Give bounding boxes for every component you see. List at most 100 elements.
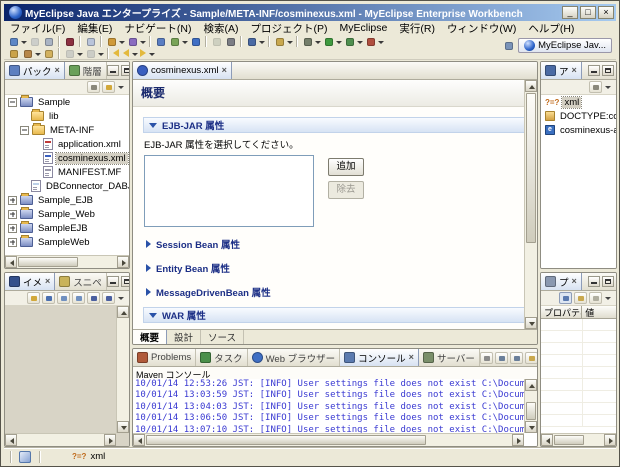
collapse-all-icon[interactable]	[589, 81, 602, 93]
tree-item-sample[interactable]: Sample	[5, 95, 129, 109]
task-tag-icon[interactable]	[41, 48, 55, 59]
myeclipse-tools-icon[interactable]	[272, 36, 286, 47]
horizontal-scrollbar[interactable]	[541, 433, 616, 446]
horizontal-scrollbar[interactable]	[5, 255, 129, 268]
menu-myeclipse[interactable]: MyEclipse	[334, 22, 394, 34]
debug-dropdown[interactable]	[314, 36, 321, 47]
minimize-view-button[interactable]	[107, 276, 119, 287]
tree-item-dbconnector-rar[interactable]: DBConnector_DABJ_CP.rar	[5, 179, 129, 193]
tab-console[interactable]: コンソール ×	[340, 349, 419, 366]
image-icon[interactable]	[42, 292, 55, 304]
property-row[interactable]	[541, 391, 616, 403]
tree-item-meta-inf[interactable]: META-INF	[5, 123, 129, 137]
myeclipse-tools-dropdown[interactable]	[286, 36, 293, 47]
scroll-down-button[interactable]	[117, 421, 129, 433]
vertical-scrollbar[interactable]	[116, 306, 129, 433]
previous-annotation-icon[interactable]	[83, 48, 97, 59]
scheduler-icon[interactable]	[223, 36, 237, 47]
scroll-right-button[interactable]	[117, 256, 129, 268]
close-icon[interactable]: ×	[55, 66, 60, 75]
section-session-bean[interactable]: Session Bean 属性	[146, 237, 527, 251]
menu-project[interactable]: プロジェクト(P)	[245, 21, 334, 36]
refresh-icon[interactable]	[209, 36, 223, 47]
tree-item-sampleweb[interactable]: SampleWeb	[5, 235, 129, 249]
menu-edit[interactable]: 編集(E)	[71, 21, 118, 36]
forward-dropdown[interactable]	[148, 48, 155, 59]
outline-item-doctype[interactable]: DOCTYPE:cos	[541, 109, 616, 123]
section-war[interactable]: WAR 属性	[143, 307, 527, 323]
actual-size-icon[interactable]	[87, 292, 100, 304]
save-icon[interactable]	[27, 36, 41, 47]
property-row[interactable]	[541, 415, 616, 427]
scroll-down-button[interactable]	[525, 317, 537, 329]
scroll-right-button[interactable]	[604, 434, 616, 446]
scroll-up-button[interactable]	[525, 379, 537, 391]
scrollbar-thumb[interactable]	[554, 435, 584, 445]
terminate-icon[interactable]	[480, 352, 493, 364]
tab-image[interactable]: イメ ×	[5, 273, 55, 290]
expand-toggle[interactable]	[8, 196, 17, 205]
tree-item-sample-web[interactable]: Sample_Web	[5, 207, 129, 221]
tab-problems[interactable]: Problems	[133, 349, 196, 366]
scroll-right-button[interactable]	[512, 434, 524, 446]
chevron-right-icon[interactable]	[146, 264, 151, 272]
maximize-view-button[interactable]	[602, 276, 614, 287]
search-icon[interactable]	[20, 48, 34, 59]
close-icon[interactable]: ×	[409, 353, 414, 362]
new-wizard-dropdown[interactable]	[20, 36, 27, 47]
property-row[interactable]	[541, 355, 616, 367]
console-output[interactable]: 10/01/14 12:53:26 JST: [INFO] User setti…	[133, 379, 537, 446]
scrollbar-thumb[interactable]	[526, 402, 536, 420]
tab-servers[interactable]: サーバー	[419, 349, 480, 366]
collapse-all-icon[interactable]	[87, 81, 100, 93]
tree-item-sample-ejb[interactable]: Sample_EJB	[5, 193, 129, 207]
menu-help[interactable]: ヘルプ(H)	[522, 21, 580, 36]
menu-navigate[interactable]: ナビゲート(N)	[118, 21, 197, 36]
perspective-myeclipse-java[interactable]: MyEclipse Jav...	[518, 38, 612, 53]
open-type-icon[interactable]	[167, 36, 181, 47]
page-tab-design[interactable]: 設計	[167, 330, 201, 344]
scroll-up-button[interactable]	[117, 306, 129, 318]
expand-toggle[interactable]	[8, 210, 17, 219]
new-class-icon[interactable]	[104, 36, 118, 47]
maximize-view-button[interactable]	[602, 65, 614, 76]
section-ejb-jar[interactable]: EJB-JAR 属性	[143, 117, 527, 133]
scroll-left-button[interactable]	[5, 256, 17, 268]
tree-item-sampleejb[interactable]: SampleEJB	[5, 221, 129, 235]
column-value[interactable]: 値	[582, 306, 616, 318]
add-button[interactable]: 追加	[328, 158, 364, 176]
horizontal-scrollbar[interactable]	[5, 433, 116, 446]
tab-tasks[interactable]: タスク	[196, 349, 248, 366]
maximize-view-button[interactable]	[121, 65, 130, 76]
vertical-scrollbar[interactable]	[524, 379, 537, 433]
property-row[interactable]	[541, 379, 616, 391]
column-property[interactable]: プロパティ	[541, 306, 582, 318]
chevron-down-icon[interactable]	[149, 123, 157, 128]
deploy-icon[interactable]	[62, 36, 76, 47]
tree-item-cosminexus-xml[interactable]: cosminexus.xml	[5, 151, 129, 165]
tab-snippets[interactable]: スニペ	[55, 273, 107, 290]
maximize-window-button[interactable]: □	[580, 6, 596, 19]
editor-select-icon[interactable]	[244, 36, 258, 47]
minimize-window-button[interactable]: _	[562, 6, 578, 19]
outline-item-xml[interactable]: ?=? xml	[541, 95, 616, 109]
new-wizard-icon[interactable]	[6, 36, 20, 47]
new-interface-icon[interactable]	[125, 36, 139, 47]
chevron-down-icon[interactable]	[149, 313, 157, 318]
scroll-down-button[interactable]	[525, 421, 537, 433]
menu-search[interactable]: 検索(A)	[198, 21, 245, 36]
outline-item-root-element[interactable]: e cosminexus-a	[541, 123, 616, 137]
close-icon[interactable]: ×	[572, 277, 577, 286]
property-row[interactable]	[541, 319, 616, 331]
fit-to-window-icon[interactable]	[102, 292, 115, 304]
tree-item-manifest-mf[interactable]: MANIFEST.MF	[5, 165, 129, 179]
server-icon[interactable]	[83, 36, 97, 47]
zoom-in-icon[interactable]	[72, 292, 85, 304]
title-bar[interactable]: MyEclipse Java エンタープライズ - Sample/META-IN…	[4, 4, 616, 21]
clear-console-icon[interactable]	[525, 352, 538, 364]
scrollbar-thumb[interactable]	[526, 93, 536, 243]
collapse-toggle[interactable]	[20, 126, 29, 135]
menu-window[interactable]: ウィンドウ(W)	[441, 21, 522, 36]
view-menu-icon[interactable]	[117, 292, 126, 304]
tree-item-lib[interactable]: lib	[5, 109, 129, 123]
